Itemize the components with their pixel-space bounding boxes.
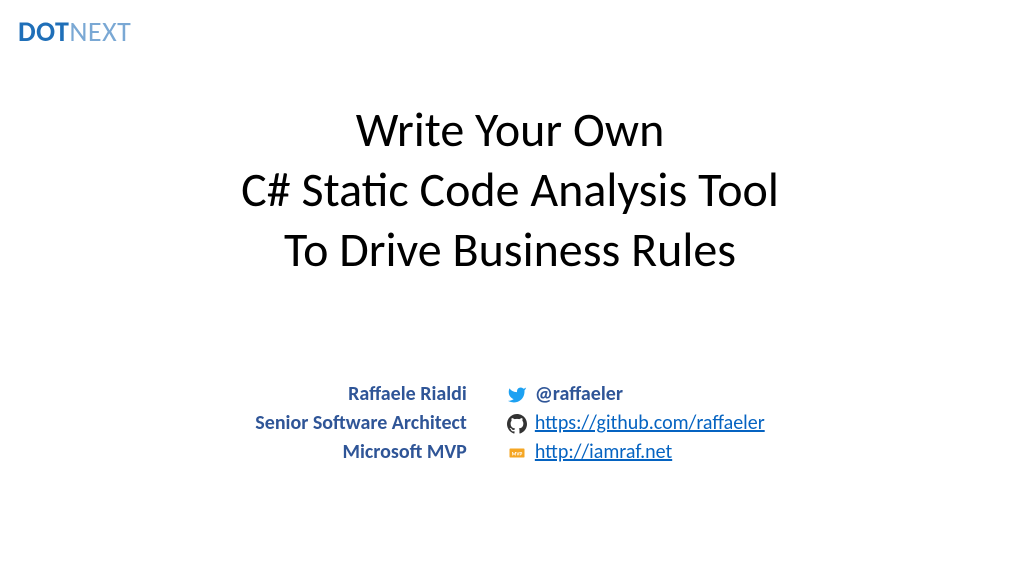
logo-next: NEXT [69, 14, 131, 49]
logo-dot: DOT [18, 14, 69, 49]
slide-title: Write Your Own C# Static Code Analysis T… [0, 100, 1020, 280]
github-link[interactable]: https://github.com/raffaeler [535, 409, 765, 438]
title-line-3: To Drive Business Rules [0, 220, 1020, 280]
svg-text:MVP: MVP [512, 451, 523, 457]
credits-left: Raffaele Rialdi Senior Software Architec… [255, 380, 467, 467]
github-icon [507, 414, 527, 434]
twitter-icon [507, 385, 527, 405]
mvp-icon: MVP [507, 443, 527, 463]
github-row: https://github.com/raffaeler [507, 409, 765, 438]
title-line-2: C# Static Code Analysis Tool [0, 160, 1020, 220]
credits-block: Raffaele Rialdi Senior Software Architec… [0, 380, 1020, 467]
logo: DOTNEXT [18, 14, 131, 49]
website-row: MVP http://iamraf.net [507, 438, 765, 467]
author-name: Raffaele Rialdi [255, 380, 467, 409]
author-award: Microsoft MVP [255, 438, 467, 467]
credits-right: @raffaeler https://github.com/raffaeler … [507, 380, 765, 467]
twitter-handle: @raffaeler [535, 380, 623, 409]
website-link[interactable]: http://iamraf.net [535, 438, 672, 467]
title-line-1: Write Your Own [0, 100, 1020, 160]
author-role: Senior Software Architect [255, 409, 467, 438]
twitter-row: @raffaeler [507, 380, 765, 409]
